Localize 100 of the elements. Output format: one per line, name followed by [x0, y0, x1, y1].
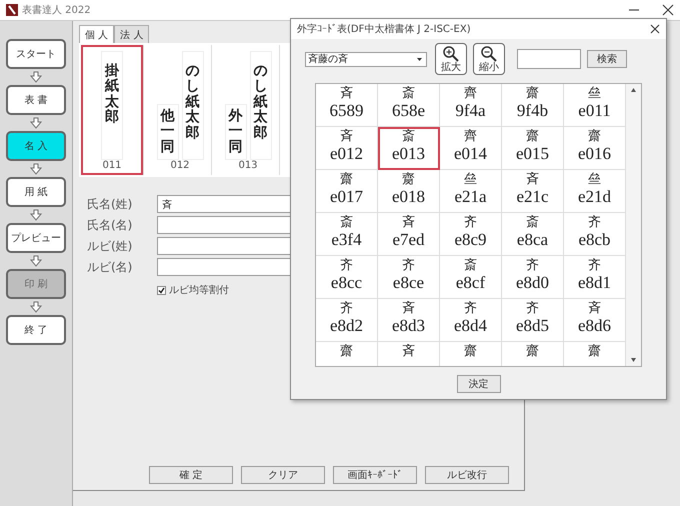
step-button[interactable]: 終 了	[6, 315, 66, 345]
glyph-cell[interactable]: 齋 e015	[502, 127, 564, 170]
glyph: 齐	[588, 258, 601, 273]
glyph-cell[interactable]: 齐 e8d4	[440, 299, 502, 342]
glyph-code: e21c	[516, 187, 549, 207]
glyph: 齋	[464, 344, 477, 359]
tab[interactable]: 法 人	[114, 25, 150, 43]
glyph-cell[interactable]: 斉 e012	[316, 127, 378, 170]
glyph-code: e8d4	[454, 316, 488, 336]
glyph-cell[interactable]: 斉 6589	[316, 84, 378, 127]
glyph-cell[interactable]: 斎 e013	[378, 127, 440, 170]
close-icon[interactable]	[662, 4, 674, 16]
action-button[interactable]: クリア	[241, 466, 325, 484]
glyph-cell[interactable]: 斎 e8ca	[502, 213, 564, 256]
glyph-cell[interactable]: 斉 e8d3	[378, 299, 440, 342]
glyph-cell[interactable]: 齋 9f4b	[502, 84, 564, 127]
vertical-text: 他一同	[156, 104, 178, 160]
glyph: 齋	[340, 172, 353, 187]
search-button[interactable]: 検索	[587, 50, 627, 68]
glyph-code: 9f4a	[455, 101, 486, 121]
glyph-cell[interactable]: 齊 9f4a	[440, 84, 502, 127]
search-field[interactable]	[517, 49, 581, 69]
step-button[interactable]: プレビュー	[6, 223, 66, 253]
close-icon[interactable]	[650, 24, 660, 34]
glyph-cell[interactable]: 亝 e21d	[564, 170, 625, 213]
glyph: 齋	[588, 344, 601, 359]
zoom-in-button[interactable]: 拡大	[435, 43, 467, 75]
glyph-code: e8d1	[578, 273, 612, 293]
glyph-cell[interactable]: 齐 e8cb	[564, 213, 625, 256]
glyph-code: e8d0	[516, 273, 550, 293]
glyph: 亝	[464, 172, 477, 187]
glyph-cell[interactable]: 齊 e014	[440, 127, 502, 170]
glyph: 齌	[402, 172, 415, 187]
glyph-code: e21d	[578, 187, 612, 207]
dropdown[interactable]: 斉藤の斉	[305, 52, 427, 66]
glyph: 斎	[464, 258, 477, 273]
scrollbar[interactable]	[625, 84, 641, 366]
glyph-code: e8d2	[330, 316, 364, 336]
glyph-cell[interactable]: 齐 e8c9	[440, 213, 502, 256]
glyph: 齋	[526, 86, 539, 101]
glyph: 斉	[526, 172, 539, 187]
action-button[interactable]: 画面ｷｰﾎﾞｰﾄﾞ	[333, 466, 417, 484]
glyph-cell[interactable]: 齌 e018	[378, 170, 440, 213]
down-arrow-icon	[30, 255, 42, 267]
glyph-cell[interactable]: 齋 e016	[564, 127, 625, 170]
down-arrow-icon	[30, 301, 42, 313]
glyph-cell[interactable]: 齋 e017	[316, 170, 378, 213]
card-number: 013	[238, 160, 258, 171]
glyph-cell[interactable]: 斎 e8cf	[440, 256, 502, 299]
glyph-code: e011	[578, 101, 611, 121]
glyph-code: e8cc	[330, 273, 362, 293]
glyph: 斉	[340, 86, 353, 101]
step-button[interactable]: スタート	[6, 39, 66, 69]
glyph-cell[interactable]: 齐 e8ce	[378, 256, 440, 299]
field-label: 氏名(名)	[87, 216, 134, 234]
glyph-cell[interactable]: 斉 e8d6	[564, 299, 625, 342]
glyph-code: e8d6	[578, 316, 612, 336]
glyph-cell[interactable]: 斉 e7ed	[378, 213, 440, 256]
glyph-cell[interactable]: 齐 e8d2	[316, 299, 378, 342]
glyph-code: e013	[392, 144, 426, 164]
glyph-cell[interactable]: 亝 e21a	[440, 170, 502, 213]
glyph-code: e8ce	[392, 273, 424, 293]
glyph: 斎	[526, 215, 539, 230]
glyph-code: 6589	[330, 101, 364, 121]
glyph-cell[interactable]: 齐 e8d5	[502, 299, 564, 342]
dialog-title: 外字ｺｰﾄﾞ表(DF中太楷書体 J 2-ISC-EX)	[297, 22, 472, 36]
glyph: 斉	[402, 301, 415, 316]
glyph-cell[interactable]: 齐 e8d0	[502, 256, 564, 299]
glyph: 齐	[526, 258, 539, 273]
step-button[interactable]: 用 紙	[6, 177, 66, 207]
glyph-cell[interactable]: 齐 e8d1	[564, 256, 625, 299]
step-button[interactable]: 表 書	[6, 85, 66, 115]
step-button[interactable]: 名 入	[6, 131, 66, 161]
glyph: 斉	[340, 129, 353, 144]
glyph: 斎	[402, 129, 415, 144]
ok-button[interactable]: 決定	[456, 375, 500, 393]
checkbox[interactable]	[157, 286, 166, 294]
glyph-cell[interactable]: 斉 e21c	[502, 170, 564, 213]
glyph-code: e8cb	[578, 230, 611, 250]
glyph-code: e016	[578, 144, 612, 164]
vertical-text: 外一同	[224, 104, 246, 160]
action-button[interactable]: ルビ改行	[425, 466, 509, 484]
glyph-code: e018	[392, 187, 426, 207]
vertical-text: 掛紙太郎	[101, 51, 123, 160]
checkbox-label: ルビ均等割付	[169, 284, 229, 297]
label-card[interactable]: 掛紙太郎 011	[81, 45, 143, 175]
glyph-code: e8cf	[456, 273, 486, 293]
zoom-out-button[interactable]: 縮小	[473, 43, 505, 75]
tab[interactable]: 個 人	[79, 25, 114, 43]
glyph: 亝	[588, 86, 601, 101]
glyph: 齐	[464, 215, 477, 230]
glyph-cell[interactable]: 齐 e8cc	[316, 256, 378, 299]
glyph-cell[interactable]: 亝 e011	[564, 84, 625, 127]
action-button[interactable]: 確 定	[149, 466, 233, 484]
glyph-cell[interactable]: 斎 e3f4	[316, 213, 378, 256]
glyph-code: e8d3	[392, 316, 426, 336]
glyph: 斎	[402, 86, 415, 101]
glyph-code: 9f4b	[516, 101, 548, 121]
glyph-cell[interactable]: 斎 658e	[378, 84, 440, 127]
glyph-code: e014	[454, 144, 488, 164]
